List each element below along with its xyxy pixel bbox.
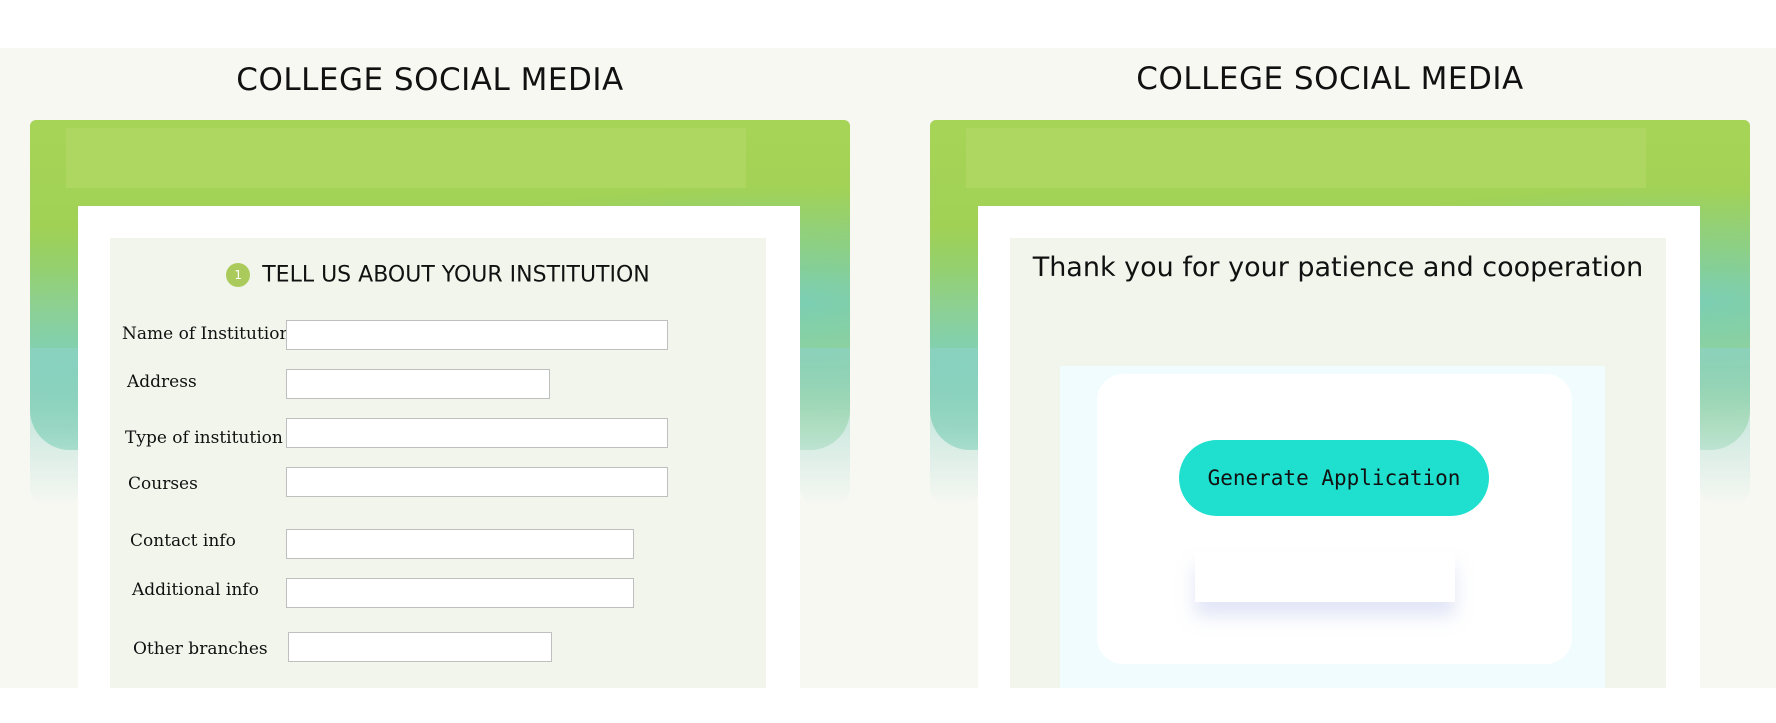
confirmation-page-panel: COLLEGE SOCIAL MEDIA Thank you for your … [900, 48, 1776, 688]
action-card: Generate Application [1097, 374, 1572, 664]
type-of-institution-input[interactable] [286, 418, 668, 448]
watercolor-drip [1700, 348, 1750, 508]
thank-you-message: Thank you for your patience and cooperat… [1032, 252, 1644, 283]
additional-info-input[interactable] [286, 578, 634, 608]
site-title: COLLEGE SOCIAL MEDIA [1136, 61, 1524, 97]
watercolor-drip [930, 348, 980, 508]
address-input[interactable] [286, 369, 550, 399]
name-of-institution-input[interactable] [286, 320, 668, 350]
other-branches-label: Other branches [133, 639, 268, 659]
watercolor-drip [800, 348, 850, 508]
contact-info-label: Contact info [130, 531, 236, 551]
site-title: COLLEGE SOCIAL MEDIA [236, 62, 624, 98]
result-placeholder [1195, 552, 1455, 602]
address-label: Address [127, 372, 197, 392]
form-page-panel: COLLEGE SOCIAL MEDIA 1 TELL US ABOUT YOUR… [0, 48, 888, 688]
contact-info-input[interactable] [286, 529, 634, 559]
generate-application-button[interactable]: Generate Application [1179, 440, 1489, 516]
step-number-badge: 1 [226, 263, 251, 287]
additional-info-label: Additional info [132, 580, 259, 600]
section-heading-text: TELL US ABOUT YOUR INSTITUTION [262, 262, 650, 288]
paper-frame: Thank you for your patience and cooperat… [978, 206, 1700, 688]
watercolor-drip [30, 348, 80, 508]
other-branches-input[interactable] [288, 632, 552, 662]
section-heading: 1 TELL US ABOUT YOUR INSTITUTION [110, 262, 766, 288]
type-of-institution-label: Type of institution [125, 428, 283, 448]
courses-input[interactable] [286, 467, 668, 497]
confirmation-card: Thank you for your patience and cooperat… [1010, 238, 1666, 688]
paper-frame: 1 TELL US ABOUT YOUR INSTITUTION Name of … [78, 206, 800, 688]
action-area: Generate Application [1060, 366, 1605, 688]
institution-form-card: 1 TELL US ABOUT YOUR INSTITUTION Name of … [110, 238, 766, 688]
courses-label: Courses [128, 474, 198, 494]
screenshot-canvas: COLLEGE SOCIAL MEDIA 1 TELL US ABOUT YOUR… [0, 48, 1776, 688]
name-of-institution-label: Name of Institution [122, 324, 291, 344]
